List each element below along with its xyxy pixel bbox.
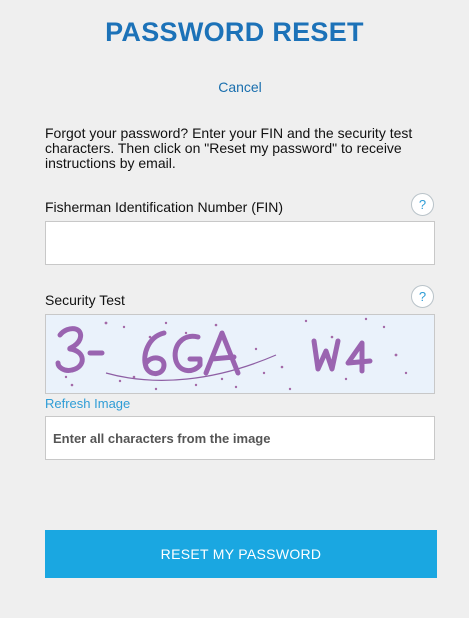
captcha-graphic [55,317,408,391]
security-test-label: Security Test [45,292,125,308]
fin-label: Fisherman Identification Number (FIN) [45,199,284,215]
intro-text: Forgot your password? Enter your FIN and… [45,125,413,171]
captcha-input[interactable] [45,416,435,460]
reset-password-button[interactable]: RESET MY PASSWORD [45,530,437,578]
fin-help-icon[interactable]: ? [411,193,434,216]
cancel-link[interactable]: Cancel [0,79,469,95]
refresh-image-link[interactable]: Refresh Image [45,396,130,411]
captcha-image [45,314,435,394]
fin-input[interactable] [45,221,435,265]
security-help-icon[interactable]: ? [411,285,434,308]
page-title: PASSWORD RESET [105,17,364,47]
password-reset-page: PASSWORD RESET Cancel Forgot your passwo… [0,0,469,618]
